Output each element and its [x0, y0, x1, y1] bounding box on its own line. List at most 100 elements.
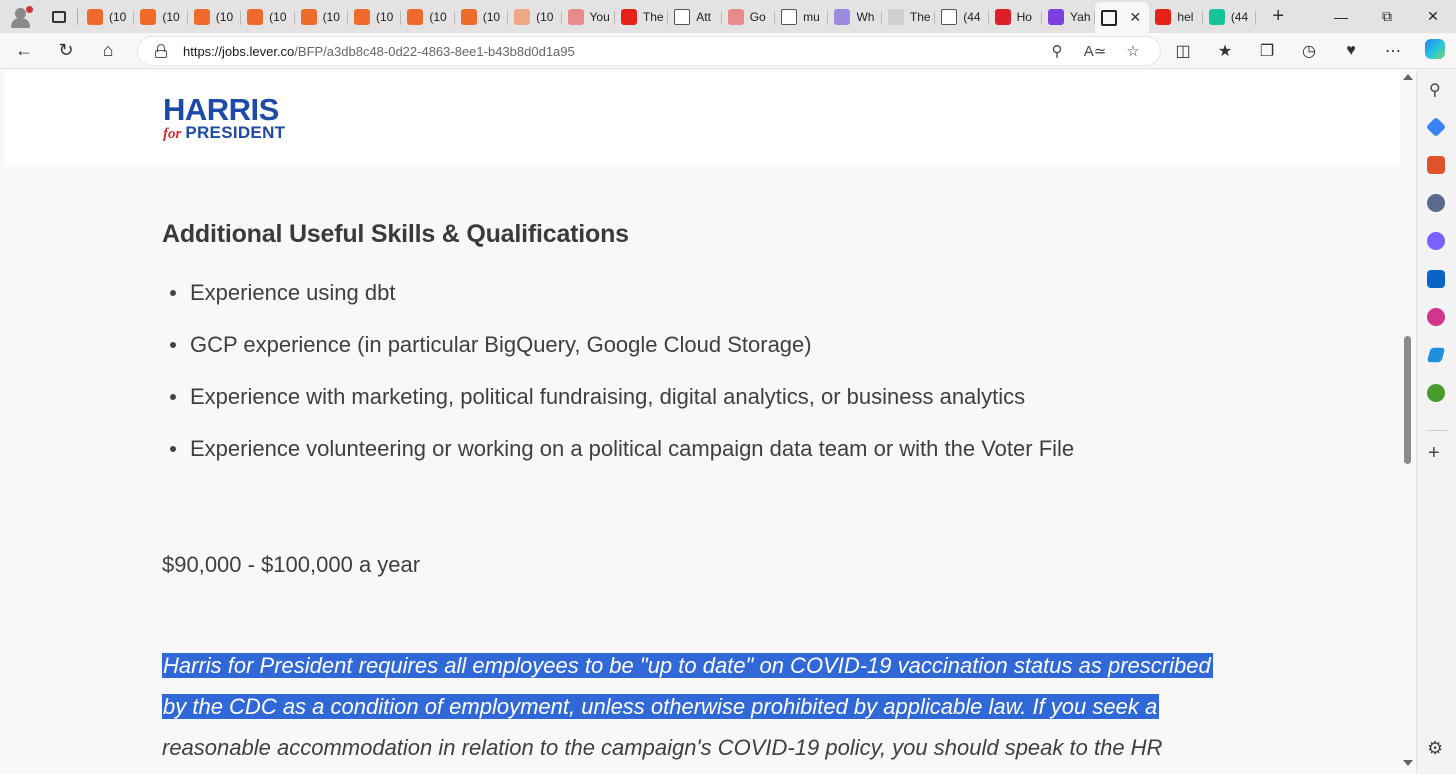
tab-label: You [589, 9, 610, 24]
collections-icon[interactable]: ❐ [1246, 41, 1288, 61]
tab[interactable]: (10 [295, 3, 348, 31]
more-menu-icon[interactable]: ⋯ [1372, 41, 1414, 61]
page-scrollbar[interactable] [1400, 70, 1416, 774]
bookmark-orange-icon [87, 8, 103, 25]
bookmark-orange-icon [353, 8, 370, 25]
tab[interactable]: (10 [241, 3, 295, 31]
tab[interactable]: hel [1149, 3, 1203, 31]
list-item: Experience using dbt [162, 280, 1074, 332]
bookmark-orange-icon [193, 8, 210, 25]
back-button[interactable]: ← [6, 36, 42, 66]
home-button[interactable]: ⌂ [90, 36, 126, 66]
tab[interactable]: Att [668, 3, 722, 31]
bullet-icon [170, 446, 176, 452]
restore-button[interactable]: ⧉ [1364, 0, 1410, 33]
split-screen-icon[interactable]: ◫ [1162, 41, 1204, 61]
harris-for-president-logo[interactable]: HARRIS for PRESIDENT [163, 92, 285, 142]
tab[interactable]: Go [722, 3, 776, 31]
tab[interactable]: You [562, 3, 615, 31]
browser-essentials-icon[interactable]: ♥ [1330, 42, 1372, 60]
dots-icon [887, 8, 904, 25]
history-icon[interactable]: ◷ [1288, 41, 1330, 61]
close-tab-icon[interactable]: ✕ [1129, 9, 1141, 26]
search-icon[interactable]: ⚲ [1429, 80, 1441, 100]
close-window-button[interactable]: ✕ [1410, 0, 1456, 33]
logo-for: for [163, 126, 182, 142]
sidebar-settings-icon[interactable]: ⚙ [1427, 738, 1443, 759]
scrollbar-thumb[interactable] [1404, 336, 1411, 464]
favorite-star-icon[interactable]: ☆ [1114, 42, 1152, 60]
tab-label: Wh [856, 9, 875, 24]
bookmark-orange-icon [460, 8, 477, 25]
bullet-icon [170, 290, 176, 296]
pin-red-icon [994, 8, 1011, 25]
read-aloud-icon[interactable]: A≃ [1076, 42, 1114, 60]
url-text[interactable]: https://jobs.lever.co/BFP/a3db8c48-0d22-… [183, 44, 575, 59]
youtube-faded-icon [727, 8, 744, 25]
address-bar[interactable]: https://jobs.lever.co/BFP/a3db8c48-0d22-… [137, 36, 1161, 66]
tab[interactable]: (44 [935, 3, 989, 31]
scroll-up-icon[interactable] [1403, 74, 1413, 80]
tab[interactable]: Ho [989, 3, 1043, 31]
games-icon[interactable] [1427, 194, 1445, 212]
scroll-down-icon[interactable] [1403, 760, 1413, 766]
designer-icon[interactable] [1427, 308, 1445, 326]
tab-label: Att [696, 9, 711, 24]
favorites-icon[interactable]: ★ [1204, 41, 1246, 61]
tab-strip: (10 (10 (10 (10 (10 (10 (10 (10 (10 You The Att Go mu… [0, 0, 1456, 33]
site-header: HARRIS for PRESIDENT [4, 70, 1400, 167]
outlook-icon[interactable] [1427, 270, 1445, 288]
tab-label: hel [1177, 9, 1194, 24]
tools-icon[interactable] [1427, 156, 1445, 174]
tab-label: (10 [215, 9, 234, 24]
tab[interactable]: (10 [81, 3, 135, 31]
refresh-button[interactable]: ↻ [48, 36, 84, 66]
tab-label: (10 [269, 9, 287, 24]
url-host: https://jobs.lever.co [183, 43, 295, 59]
tab[interactable]: (10 [455, 3, 509, 31]
tab-label: (44 [1230, 9, 1249, 24]
list-item-text: Experience with marketing, political fun… [190, 384, 1026, 409]
document-icon [941, 8, 958, 25]
grammarly-icon [1208, 8, 1225, 25]
tab[interactable]: (10 [348, 3, 402, 31]
tab[interactable]: (10 [134, 3, 188, 31]
tab[interactable]: (10 [401, 3, 455, 31]
page-content: HARRIS for PRESIDENT Additional Useful S… [4, 70, 1400, 774]
tab-separator [77, 8, 78, 25]
logo-line-harris: HARRIS [163, 92, 279, 127]
new-tab-button[interactable]: + [1264, 3, 1292, 31]
microsoft365-icon[interactable] [1427, 232, 1445, 250]
tab[interactable]: (10 [508, 3, 562, 31]
telegram-icon[interactable] [1426, 347, 1446, 363]
minimize-button[interactable]: — [1318, 0, 1364, 33]
tab[interactable]: (44 [1203, 3, 1257, 31]
covid-policy-paragraph: Harris for President requires all employ… [162, 645, 1242, 768]
globe-purple-icon [834, 8, 851, 25]
tab[interactable]: Yah [1042, 3, 1096, 31]
tab[interactable]: Wh [828, 3, 882, 31]
tab[interactable]: mu [775, 3, 829, 31]
tab[interactable]: The [882, 3, 936, 31]
bookmark-orange-icon [300, 8, 317, 25]
bookmark-orange-icon [140, 8, 157, 25]
tab-active[interactable]: ✕ [1095, 2, 1150, 33]
lock-icon[interactable] [154, 44, 168, 58]
sidebar-divider [1427, 430, 1447, 431]
tree-icon[interactable] [1427, 384, 1445, 402]
list-item: Experience with marketing, political fun… [162, 384, 1074, 436]
tab-actions-icon[interactable] [44, 5, 74, 29]
tab[interactable]: (10 [188, 3, 242, 31]
yahoo-icon [1048, 8, 1065, 25]
profile-avatar-icon[interactable] [8, 5, 34, 28]
browser-toolbar: ← ↻ ⌂ https://jobs.lever.co/BFP/a3db8c48… [0, 33, 1456, 69]
shopping-tag-icon[interactable] [1425, 116, 1447, 138]
tab-label: (10 [429, 9, 447, 24]
tab-label: (10 [109, 9, 127, 24]
bookmark-orange-icon [247, 8, 264, 25]
tab[interactable]: The [615, 3, 669, 31]
add-sidebar-app-icon[interactable]: + [1428, 442, 1440, 465]
zoom-icon[interactable]: ⚲ [1038, 42, 1076, 60]
copilot-icon[interactable] [1414, 38, 1456, 64]
tab-label: (10 [375, 9, 394, 24]
